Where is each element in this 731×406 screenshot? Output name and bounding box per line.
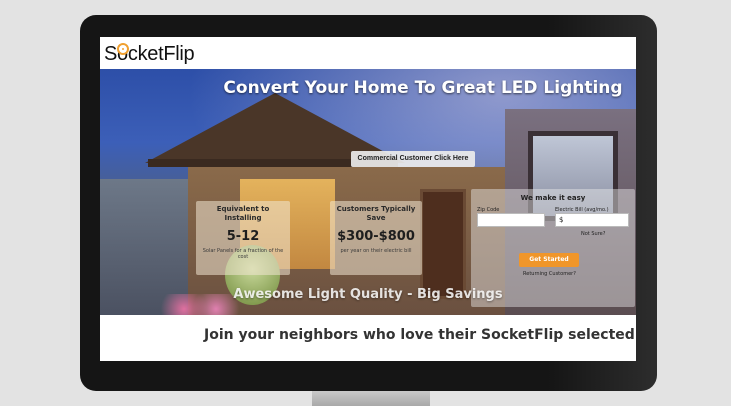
returning-customer-link[interactable]: Returning Customer? <box>523 271 576 277</box>
testimonial-heading: Join your neighbors who love their Socke… <box>204 327 636 343</box>
testimonial-section: Join your neighbors who love their Socke… <box>100 315 636 361</box>
stat-value: 5-12 <box>226 229 260 244</box>
hero-title: Convert Your Home To Great LED Lighting <box>223 78 623 98</box>
stat-label: Customers Typically Save <box>336 205 416 222</box>
stat-note: per year on their electric bill <box>340 248 412 254</box>
stat-value: $300-$800 <box>337 229 415 244</box>
stat-note: Solar Panels for a fraction of the cost <box>202 248 284 260</box>
zip-code-input[interactable] <box>477 213 545 227</box>
site-header: SocketFlip <box>100 37 636 69</box>
stat-card-savings: Customers Typically Save $300-$800 per y… <box>330 201 422 275</box>
form-title: We make it easy <box>520 194 586 202</box>
commercial-customer-button[interactable]: Commercial Customer Click Here <box>351 151 475 167</box>
socket-logo-icon <box>117 43 129 55</box>
hero-banner: Convert Your Home To Great LED Lighting … <box>100 69 636 315</box>
stat-card-equivalent: Equivalent to Installing 5-12 Solar Pane… <box>196 201 290 275</box>
monitor-stand <box>312 391 430 406</box>
not-sure-link[interactable]: Not Sure? <box>581 231 605 237</box>
hero-tagline: Awesome Light Quality - Big Savings <box>233 287 503 302</box>
get-started-button[interactable]: Get Started <box>519 253 579 267</box>
front-door-image <box>420 189 466 299</box>
electric-bill-input[interactable]: $ <box>555 213 629 227</box>
stat-label: Equivalent to Installing <box>216 205 270 222</box>
website-screen: SocketFlip Convert Your Home To Great LE… <box>100 37 636 361</box>
